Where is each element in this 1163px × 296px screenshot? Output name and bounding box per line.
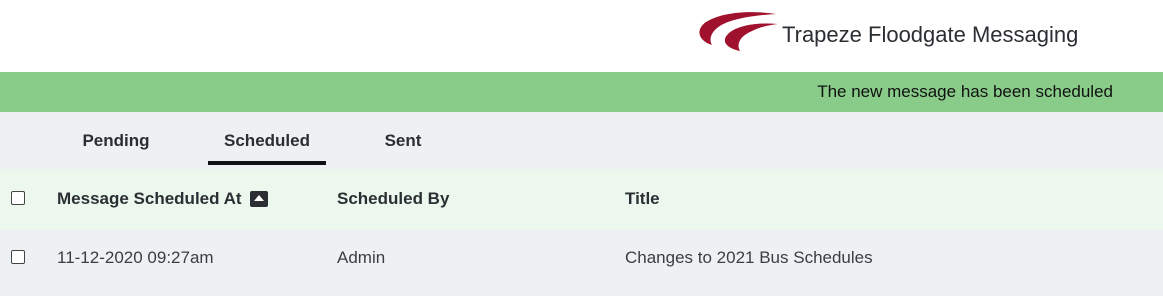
cell-scheduled-by: Admin bbox=[337, 248, 386, 267]
app-title: Trapeze Floodgate Messaging bbox=[782, 22, 1079, 47]
table-row[interactable]: 11-12-2020 09:27am Admin Changes to 2021… bbox=[0, 230, 1163, 287]
tab-scheduled[interactable]: Scheduled bbox=[208, 112, 326, 166]
sort-ascending-icon[interactable] bbox=[250, 191, 268, 207]
cell-scheduled-at: 11-12-2020 09:27am bbox=[57, 248, 214, 267]
tab-pending[interactable]: Pending bbox=[68, 112, 164, 166]
app-header: Trapeze Floodgate Messaging bbox=[0, 0, 1163, 72]
row-checkbox[interactable] bbox=[11, 250, 25, 264]
success-notification: The new message has been scheduled bbox=[0, 72, 1163, 112]
active-tab-indicator bbox=[208, 161, 326, 165]
tab-sent[interactable]: Sent bbox=[362, 112, 444, 166]
cell-title: Changes to 2021 Bus Schedules bbox=[625, 248, 873, 267]
message-tabs: Pending Scheduled Sent bbox=[0, 112, 1163, 169]
trapeze-logo-icon bbox=[699, 12, 778, 51]
select-all-checkbox[interactable] bbox=[11, 191, 25, 205]
notification-text: The new message has been scheduled bbox=[817, 82, 1113, 101]
column-header-title[interactable]: Title bbox=[625, 189, 660, 209]
table-header: Message Scheduled At Scheduled By Title bbox=[0, 169, 1163, 230]
column-header-scheduled-by[interactable]: Scheduled By bbox=[337, 189, 449, 209]
column-header-scheduled-at[interactable]: Message Scheduled At bbox=[57, 189, 242, 209]
